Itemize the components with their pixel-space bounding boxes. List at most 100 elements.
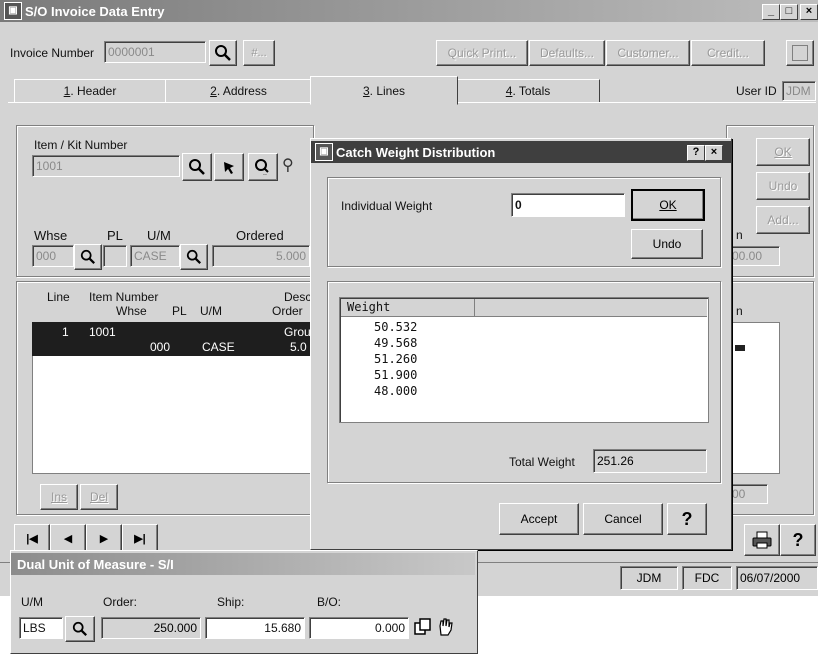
grid-right-header: n	[736, 304, 743, 318]
right-add-button[interactable]: Add...	[756, 206, 810, 234]
tab-header-label: . Header	[70, 84, 117, 98]
individual-weight-label: Individual Weight	[341, 199, 433, 213]
list-item[interactable]: 50.532	[374, 320, 417, 334]
pl-label: PL	[107, 228, 123, 243]
next-icon: ▶	[99, 532, 109, 545]
invoice-lookup-button[interactable]	[209, 40, 237, 66]
dual-bo-label: B/O:	[317, 595, 342, 609]
dialog-ok-button[interactable]: OK	[631, 189, 705, 221]
dual-ship-label: Ship:	[217, 595, 245, 609]
close-icon[interactable]: ×	[800, 4, 818, 20]
whse-lookup-button[interactable]	[74, 244, 102, 270]
dual-uom-title: Dual Unit of Measure - S/I	[17, 556, 174, 572]
tab-lines[interactable]: 3. Lines	[310, 76, 458, 105]
help-question-icon: ?	[681, 508, 693, 529]
pl-field[interactable]	[103, 245, 127, 267]
maximize-icon[interactable]: □	[780, 4, 798, 20]
right-value-field[interactable]: 00.00	[728, 246, 780, 266]
dual-ship-field[interactable]: 15.680	[205, 617, 305, 639]
dialog-help-icon[interactable]: ?	[687, 145, 705, 161]
search-icon	[72, 621, 88, 637]
accept-label: Accept	[520, 512, 558, 526]
row-um: CASE	[202, 340, 235, 354]
weight-list[interactable]: Weight 50.532 49.568 51.260 51.900 48.00…	[339, 297, 709, 423]
next-record-button[interactable]: ▶	[86, 524, 122, 552]
tab-totals[interactable]: 4. Totals	[456, 79, 600, 103]
tab-header[interactable]: 1. Header	[14, 79, 166, 103]
dual-uom-window: Dual Unit of Measure - S/I U/M Order: Sh…	[10, 550, 478, 654]
copy-icon[interactable]	[413, 617, 433, 639]
row-item: 1001	[89, 325, 116, 339]
table-row[interactable]: 1 1001 Grour 000 CASE 5.0	[32, 322, 322, 356]
list-item[interactable]: 51.900	[374, 368, 417, 382]
print-button[interactable]	[744, 524, 780, 556]
um-field[interactable]: CASE	[130, 245, 180, 267]
dual-order-field: 250.000	[101, 617, 201, 639]
user-id-field[interactable]: JDM	[782, 81, 816, 101]
binoculars-icon[interactable]: ⚲	[282, 155, 304, 177]
customer-button[interactable]: Customer...	[606, 40, 690, 66]
whse-field[interactable]: 000	[32, 245, 74, 267]
item-kit-field[interactable]: 1001	[32, 155, 180, 177]
prev-icon: ◀	[63, 532, 73, 545]
hash-button[interactable]: #...	[243, 40, 275, 66]
dual-um-label: U/M	[21, 595, 43, 609]
svg-text:..: ..	[263, 170, 267, 176]
prev-record-button[interactable]: ◀	[50, 524, 86, 552]
dual-bo-field[interactable]: 0.000	[309, 617, 409, 639]
hand-icon[interactable]	[435, 617, 455, 639]
dialog-help-button[interactable]: ?	[667, 503, 707, 535]
tab-address[interactable]: 2. Address	[165, 79, 312, 103]
item-advanced-lookup-button[interactable]: ..	[248, 153, 278, 181]
defaults-button[interactable]: Defaults...	[529, 40, 605, 66]
dialog-close-icon[interactable]: ×	[705, 145, 723, 161]
invoice-number-field[interactable]: 0000001	[104, 41, 206, 63]
right-ok-button[interactable]: OK	[756, 138, 810, 166]
grid-header-line: Line	[47, 290, 70, 304]
list-item[interactable]: 48.000	[374, 384, 417, 398]
grid-header-pl: PL	[172, 304, 187, 318]
credit-button[interactable]: Credit...	[691, 40, 765, 66]
ordered-field[interactable]: 5.000	[212, 245, 310, 267]
status-date: 06/07/2000	[736, 566, 818, 590]
ins-button[interactable]: Ins	[40, 484, 78, 510]
tab-address-label: . Address	[216, 84, 267, 98]
tab-totals-num: 4	[505, 84, 513, 98]
catch-weight-titlebar: ▣ Catch Weight Distribution	[311, 141, 731, 163]
dialog-undo-button[interactable]: Undo	[631, 229, 703, 259]
ins-label: Ins	[50, 490, 67, 504]
cancel-button[interactable]: Cancel	[583, 503, 663, 535]
tab-lines-num: 3	[362, 83, 370, 98]
right-undo-label: Undo	[768, 179, 798, 193]
status-user: JDM	[620, 566, 678, 590]
item-lookup-button[interactable]	[182, 153, 212, 181]
printer-icon	[752, 531, 772, 549]
tab-address-num: 2	[210, 84, 217, 98]
ordered-label: Ordered	[236, 228, 284, 243]
help-button[interactable]: ?	[780, 524, 816, 556]
item-pointer-button[interactable]	[214, 153, 244, 181]
um-label: U/M	[147, 228, 171, 243]
search-icon	[80, 249, 96, 265]
blank-square-icon	[792, 45, 808, 61]
del-label: Del	[89, 490, 108, 504]
first-record-button[interactable]: |◀	[14, 524, 50, 552]
del-button[interactable]: Del	[80, 484, 118, 510]
dual-um-lookup-button[interactable]	[65, 616, 95, 642]
app-icon: ▣	[4, 2, 22, 20]
main-title: S/O Invoice Data Entry	[25, 3, 165, 19]
um-lookup-button[interactable]	[180, 244, 208, 270]
accept-button[interactable]: Accept	[499, 503, 579, 535]
last-record-button[interactable]: ▶|	[122, 524, 158, 552]
blank-toolbar-button[interactable]	[786, 40, 814, 66]
right-undo-button[interactable]: Undo	[756, 172, 810, 200]
quick-print-button[interactable]: Quick Print...	[436, 40, 528, 66]
item-kit-label: Item / Kit Number	[34, 138, 128, 152]
right-partial-label: n	[736, 228, 743, 242]
list-item[interactable]: 49.568	[374, 336, 417, 350]
list-item[interactable]: 51.260	[374, 352, 417, 366]
bottom-right-field[interactable]: 00	[728, 484, 768, 504]
individual-weight-input[interactable]: 0	[511, 193, 625, 217]
minimize-icon[interactable]: _	[762, 4, 780, 20]
dual-um-field[interactable]: LBS	[19, 617, 63, 639]
